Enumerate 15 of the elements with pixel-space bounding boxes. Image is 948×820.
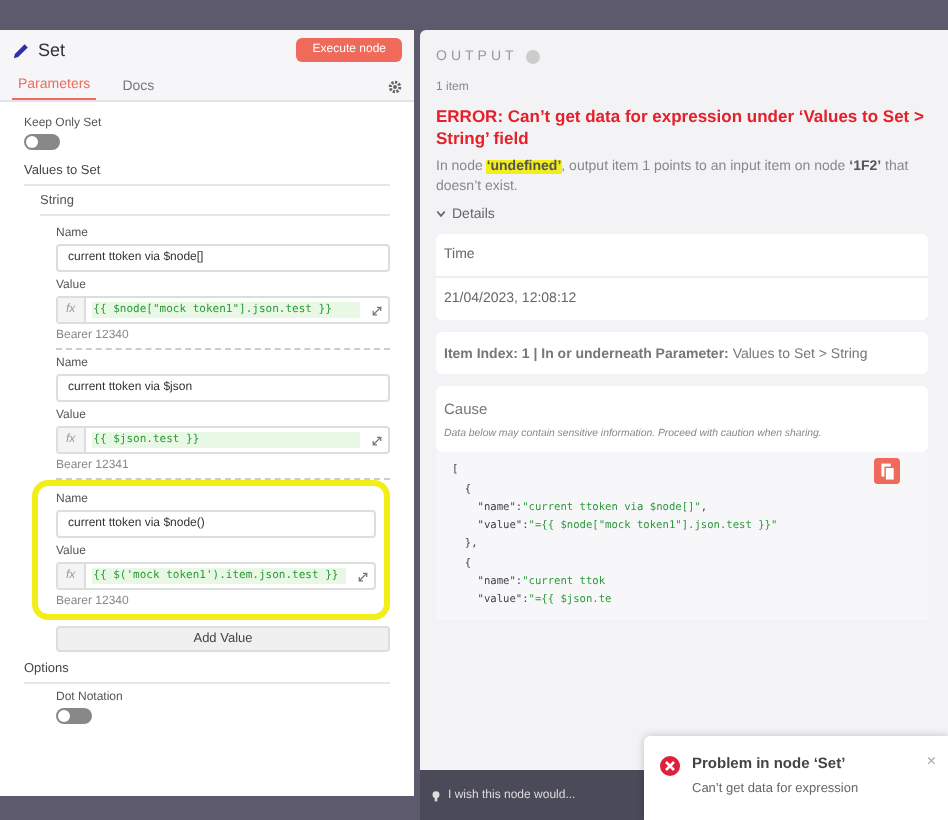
- pencil-icon: [12, 41, 30, 59]
- expand-icon[interactable]: [372, 305, 382, 315]
- close-button[interactable]: ×: [926, 754, 936, 770]
- info-icon: [525, 50, 540, 64]
- chevron-icon: [436, 210, 446, 219]
- node-title: Set: [38, 40, 68, 60]
- error-title: ERROR: Can’t get data for expression under ‘Values to Set > String’ field: [436, 106, 926, 151]
- keep-only-set-toggle[interactable]: [24, 134, 60, 150]
- copy-icon[interactable]: [874, 458, 900, 485]
- expand-icon[interactable]: [372, 435, 382, 445]
- lightbulb-icon: [432, 789, 440, 801]
- dot-notation-toggle[interactable]: [56, 708, 92, 724]
- error-icon: [660, 756, 680, 776]
- settings-icon[interactable]: [388, 80, 402, 94]
- expand-icon[interactable]: [358, 571, 368, 581]
